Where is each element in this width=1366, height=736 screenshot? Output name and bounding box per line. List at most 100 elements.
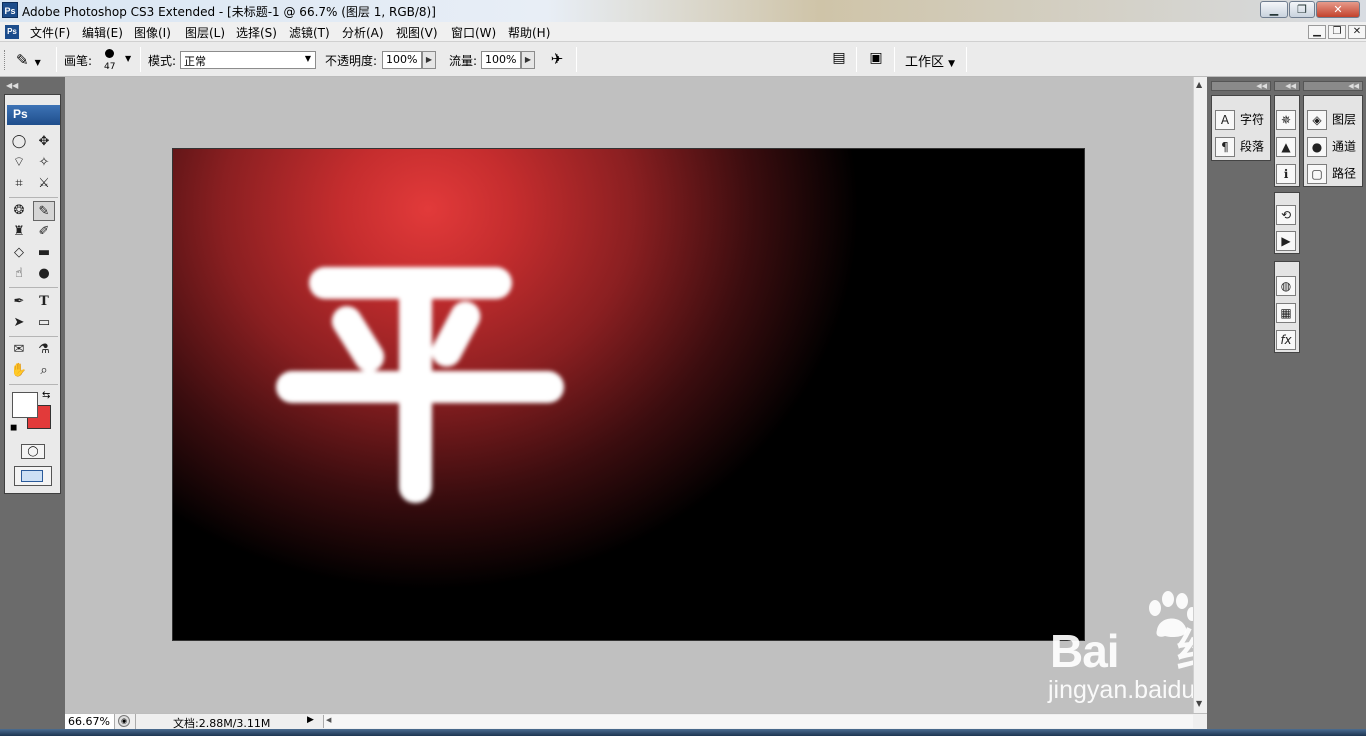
history-brush-tool[interactable]: ✐ xyxy=(33,222,55,242)
collapse-arrows-icon[interactable]: ◀◀ xyxy=(6,81,18,90)
horizontal-scrollbar[interactable]: ◀ xyxy=(323,715,1193,728)
swap-colors-button[interactable]: ⇆ xyxy=(42,390,50,401)
gradient-tool[interactable]: ▬ xyxy=(33,243,55,263)
screen-mode-button[interactable] xyxy=(14,466,52,486)
title-bar: Ps Adobe Photoshop CS3 Extended - [未标题-1… xyxy=(0,0,1366,22)
dock-header[interactable]: ◀◀ xyxy=(1211,81,1271,91)
eyedropper-tool[interactable]: ⚗ xyxy=(33,340,55,360)
workspace-menu[interactable]: 工作区 ▼ xyxy=(905,51,955,70)
menu-select[interactable]: 选择(S) xyxy=(236,24,277,41)
history-panel-button[interactable]: ⟲ xyxy=(1276,205,1301,227)
slice-tool[interactable]: ⚔ xyxy=(33,174,55,194)
paths-panel-button[interactable]: ▢ 路径 xyxy=(1307,164,1356,186)
menu-file[interactable]: 文件(F) xyxy=(30,24,70,41)
zoom-field[interactable]: 66.67% xyxy=(65,714,115,729)
palette-toggle-button[interactable]: ▤ xyxy=(830,50,848,68)
menu-window[interactable]: 窗口(W) xyxy=(451,24,496,41)
move-icon: ✥ xyxy=(38,134,50,149)
close-button[interactable]: ✕ xyxy=(1316,1,1360,18)
dock-header[interactable]: ◀◀ xyxy=(1274,81,1300,91)
histogram-panel-button[interactable]: ▲ xyxy=(1276,137,1301,159)
scroll-down-icon[interactable]: ▼ xyxy=(1196,699,1202,708)
navigator-icon: ✵ xyxy=(1276,110,1296,130)
shape-tool[interactable]: ▭ xyxy=(33,313,55,333)
divider xyxy=(576,47,577,72)
document-canvas[interactable]: 平 xyxy=(172,148,1085,641)
layers-panel-button[interactable]: ◈ 图层 xyxy=(1307,110,1356,132)
character-panel-button[interactable]: A 字符 xyxy=(1215,110,1264,132)
divider xyxy=(140,47,141,72)
flow-slider-button[interactable]: ▶ xyxy=(521,51,535,69)
menu-help[interactable]: 帮助(H) xyxy=(508,24,550,41)
notes-tool[interactable]: ✉ xyxy=(8,340,30,360)
minimize-button[interactable]: ▁ xyxy=(1260,1,1288,18)
menu-image[interactable]: 图像(I) xyxy=(134,24,171,41)
tool-preset-picker[interactable]: ✎ ▼ xyxy=(16,50,52,70)
quick-mask-button[interactable]: ◯ xyxy=(21,444,45,459)
dodge-tool[interactable]: ● xyxy=(33,264,55,284)
hand-tool[interactable]: ✋ xyxy=(8,361,30,381)
type-tool[interactable]: T xyxy=(33,292,55,312)
styles-panel-button[interactable]: fx xyxy=(1276,330,1301,352)
doc-close-button[interactable]: ✕ xyxy=(1348,25,1366,39)
dodge-icon: ● xyxy=(38,266,50,281)
scroll-left-icon[interactable]: ◀ xyxy=(326,716,331,724)
preview-icon: ◉ xyxy=(120,717,128,725)
bridge-button[interactable]: ▣ xyxy=(864,50,888,68)
blur-tool[interactable]: ☝ xyxy=(8,264,30,284)
options-grip[interactable] xyxy=(4,50,6,70)
brush-tool[interactable]: ✎ xyxy=(33,201,55,221)
color-panel-button[interactable]: ◍ xyxy=(1276,276,1301,298)
dock-header[interactable]: ◀◀ xyxy=(1303,81,1363,91)
crop-tool[interactable]: ⌗ xyxy=(8,174,30,194)
default-colors-button[interactable]: ◼ xyxy=(10,423,17,433)
navigator-panel-button[interactable]: ✵ xyxy=(1276,110,1301,132)
vertical-scrollbar[interactable]: ▲ ▼ xyxy=(1193,77,1207,713)
airbrush-toggle[interactable]: ✈ xyxy=(546,50,568,70)
marquee-tool[interactable]: ◯ xyxy=(8,132,30,152)
zoom-tool[interactable]: ⌕ xyxy=(33,361,55,381)
menu-view[interactable]: 视图(V) xyxy=(396,24,438,41)
opacity-slider-button[interactable]: ▶ xyxy=(422,51,436,69)
paths-panel-label: 路径 xyxy=(1332,166,1357,181)
paragraph-panel-button[interactable]: ¶ 段落 xyxy=(1215,137,1264,159)
slice-icon: ⚔ xyxy=(38,176,50,191)
channels-panel-label: 通道 xyxy=(1332,139,1357,154)
lasso-tool[interactable]: ⌔ xyxy=(8,153,30,173)
swatches-panel-button[interactable]: ▦ xyxy=(1276,303,1301,325)
status-menu-button[interactable]: ▶ xyxy=(307,715,314,725)
brush-picker[interactable]: 47 ▼ xyxy=(99,48,135,74)
doc-minimize-button[interactable]: ▁ xyxy=(1308,25,1326,39)
info-panel-button[interactable]: ℹ xyxy=(1276,164,1301,186)
healing-brush-tool[interactable]: ❂ xyxy=(8,201,30,221)
magic-wand-tool[interactable]: ✧ xyxy=(33,153,55,173)
menu-edit[interactable]: 编辑(E) xyxy=(82,24,123,41)
pen-icon: ✒ xyxy=(13,294,25,309)
opacity-input[interactable]: 100% xyxy=(382,51,422,69)
clone-stamp-tool[interactable]: ♜ xyxy=(8,222,30,242)
path-selection-tool[interactable]: ➤ xyxy=(8,313,30,333)
toolbox: Ps ◯ ✥ ⌔ ✧ ⌗ ⚔ ❂ ✎ ♜ ✐ ◇ ▬ ☝ ● ✒ T ➤ ▭ ✉… xyxy=(4,94,61,494)
menu-filter[interactable]: 滤镜(T) xyxy=(289,24,330,41)
pen-tool[interactable]: ✒ xyxy=(8,292,30,312)
polygonal-lasso-icon: ⌔ xyxy=(12,155,26,170)
doc-restore-button[interactable]: ❐ xyxy=(1328,25,1346,39)
ps-menu-icon[interactable]: Ps xyxy=(5,25,19,39)
rounded-rect-icon: ▭ xyxy=(37,315,51,330)
channels-icon: ● xyxy=(1307,137,1327,157)
actions-panel-button[interactable]: ▶ xyxy=(1276,231,1301,253)
hand-icon: ✋ xyxy=(10,363,28,378)
status-info-button[interactable]: ◉ xyxy=(118,715,130,727)
scroll-up-icon[interactable]: ▲ xyxy=(1196,80,1202,89)
palette-icon: ▤ xyxy=(832,50,846,66)
mode-select[interactable]: 正常 ▼ xyxy=(180,51,316,69)
foreground-color-swatch[interactable] xyxy=(12,392,38,418)
flow-input[interactable]: 100% xyxy=(481,51,521,69)
channels-panel-button[interactable]: ● 通道 xyxy=(1307,137,1356,159)
move-tool[interactable]: ✥ xyxy=(33,132,55,152)
menu-analysis[interactable]: 分析(A) xyxy=(342,24,384,41)
divider xyxy=(56,47,57,72)
menu-layer[interactable]: 图层(L) xyxy=(185,24,225,41)
maximize-button[interactable]: ❐ xyxy=(1289,1,1315,18)
eraser-tool[interactable]: ◇ xyxy=(8,243,30,263)
